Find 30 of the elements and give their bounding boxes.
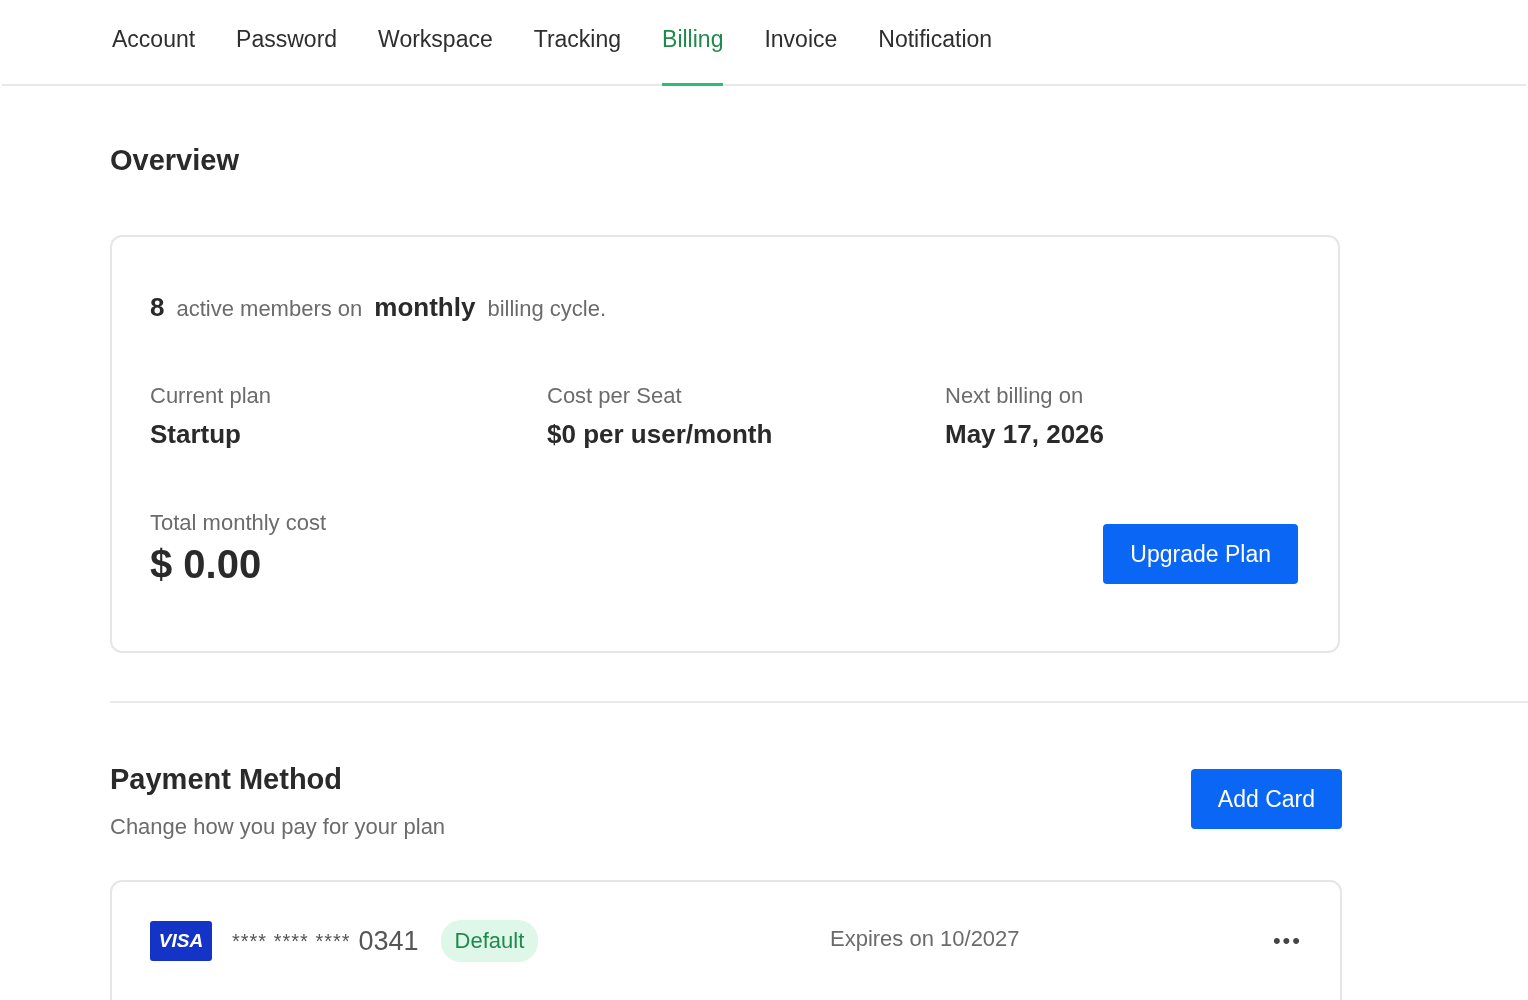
card-number-mask: **** **** **** bbox=[232, 929, 351, 953]
billing-cycle: monthly bbox=[374, 292, 476, 323]
stat-label: Current plan bbox=[150, 383, 273, 409]
card-brand-logo: VISA bbox=[150, 921, 212, 961]
section-title: Overview bbox=[110, 144, 240, 177]
add-card-button[interactable]: Add Card bbox=[1190, 769, 1342, 829]
settings-tab[interactable]: Account bbox=[112, 0, 196, 86]
more-options-button[interactable]: ••• bbox=[1272, 924, 1302, 958]
card-last-digits: 0341 bbox=[358, 925, 419, 957]
section-subtitle: Change how you pay for your plan bbox=[110, 814, 446, 840]
settings-tab[interactable]: Workspace bbox=[378, 0, 493, 86]
stat-value: May 17, 2026 bbox=[945, 419, 1105, 450]
default-badge: Default bbox=[440, 920, 539, 962]
upgrade-plan-button[interactable]: Upgrade Plan bbox=[1103, 524, 1298, 584]
settings-tab[interactable]: Invoice bbox=[764, 0, 838, 86]
stat-label: Next billing on bbox=[945, 383, 1085, 409]
settings-tab[interactable]: Password bbox=[236, 0, 338, 86]
total-label: Total monthly cost bbox=[150, 510, 327, 536]
section-title: Payment Method bbox=[110, 763, 344, 796]
stat-value: $0 per user/month bbox=[547, 419, 774, 450]
card-expiry: Expires on 10/2027 bbox=[830, 925, 1021, 952]
summary-text: billing cycle. bbox=[487, 296, 607, 322]
stat-value: Startup bbox=[150, 419, 242, 450]
settings-tab[interactable]: Billing bbox=[662, 0, 724, 86]
summary-text: active members on bbox=[176, 296, 363, 322]
settings-tab[interactable]: Tracking bbox=[533, 0, 622, 86]
total-value: $ 0.00 bbox=[150, 542, 263, 587]
settings-tab[interactable]: Notification bbox=[878, 0, 993, 86]
member-count: 8 bbox=[150, 292, 165, 323]
stat-label: Cost per Seat bbox=[547, 383, 683, 409]
